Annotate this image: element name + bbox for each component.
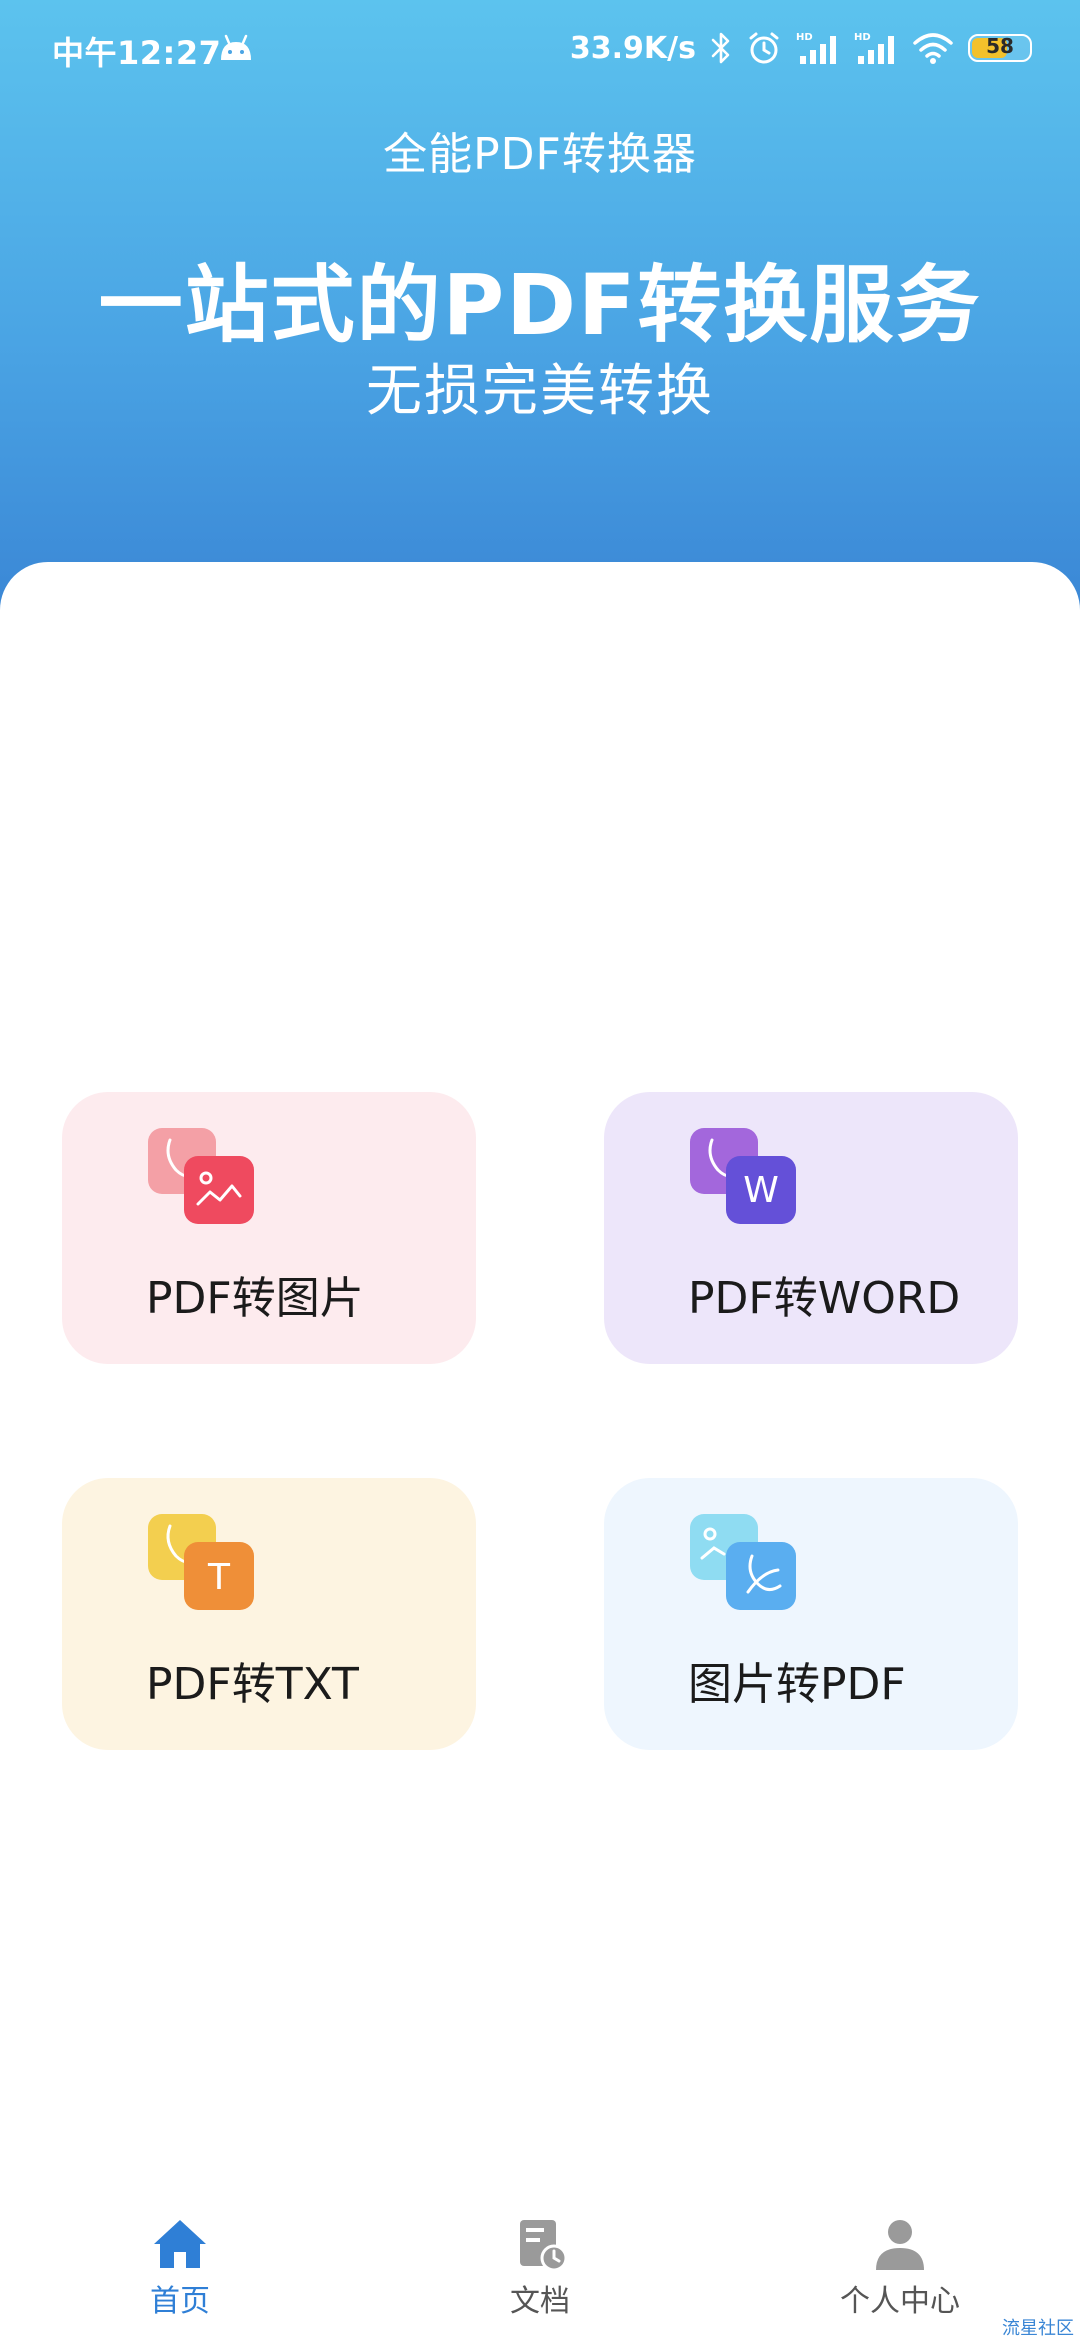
alarm-icon [749,32,779,64]
nav-profile[interactable]: 个人中心 [800,2216,1000,2326]
nav-home[interactable]: 首页 [80,2216,280,2326]
wifi-icon [913,33,953,64]
svg-text:T: T [207,1557,231,1598]
watermark: 流星社区 [1002,2318,1074,2339]
svg-text:HD: HD [796,32,813,43]
android-icon [221,34,251,60]
pdf-to-word-label: PDF转WORD [688,1273,961,1324]
battery-icon: 58 [968,34,1032,62]
battery-level: 58 [986,34,1014,58]
bluetooth-icon [711,32,730,64]
svg-text:HD: HD [854,32,871,43]
subline: 无损完美转换 [366,359,714,424]
pdf-to-txt-label: PDF转TXT [146,1659,359,1710]
image-to-pdf-label: 图片转PDF [688,1659,906,1710]
hd-signal-icon: HD [796,32,836,64]
image-to-pdf-icon [690,1514,796,1610]
profile-icon [876,2220,924,2270]
nav-home-label: 首页 [150,2284,210,2319]
pdf-to-word-card[interactable]: W PDF转WORD [604,1092,1018,1364]
nav-documents[interactable]: 文档 [440,2216,640,2326]
pdf-to-image-card[interactable]: PDF转图片 [62,1092,476,1364]
pdf-to-txt-icon: T [148,1514,254,1610]
headline: 一站式的PDF转换服务 [98,256,982,354]
pdf-to-image-label: PDF转图片 [146,1273,364,1324]
document-icon [520,2220,568,2272]
svg-text:W: W [743,1170,779,1211]
pdf-to-image-icon [148,1128,254,1224]
home-icon [154,2220,206,2268]
pdf-to-word-icon: W [690,1128,796,1224]
image-to-pdf-card[interactable]: 图片转PDF [604,1478,1018,1750]
bottom-nav: 首页 文档 个人中心 [0,2200,1080,2340]
status-bar: 中午12:27 33.9K/s HD HD 58 [0,0,1080,100]
net-speed: 33.9K/s [569,30,696,66]
status-time: 中午12:27 [52,34,222,72]
app-title: 全能PDF转换器 [383,129,697,180]
nav-profile-label: 个人中心 [840,2284,960,2319]
hd-signal-icon: HD [854,32,894,64]
nav-documents-label: 文档 [510,2284,570,2319]
pdf-to-txt-card[interactable]: T PDF转TXT [62,1478,476,1750]
status-icons: 33.9K/s HD HD 58 [570,26,1032,70]
